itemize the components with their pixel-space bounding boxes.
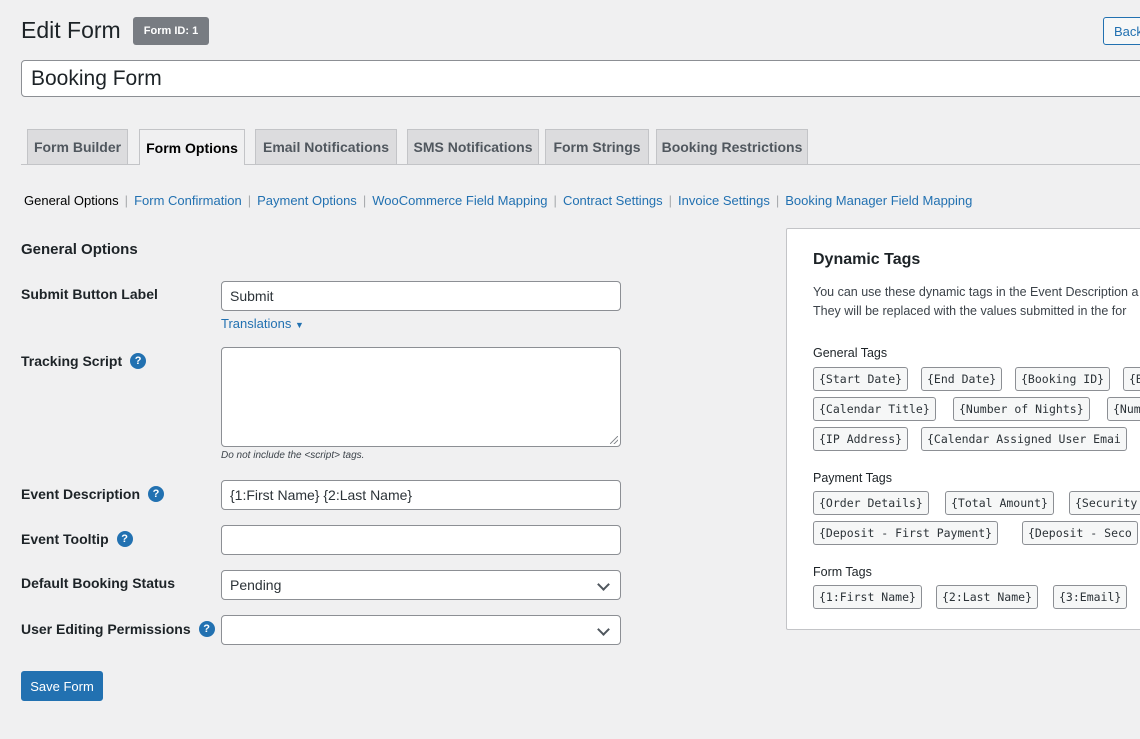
- help-icon[interactable]: ?: [130, 353, 147, 369]
- label-text: Submit Button Label: [21, 286, 158, 302]
- subnav-separator: |: [775, 193, 780, 208]
- dynamic-tag[interactable]: {3:Email}: [1053, 585, 1128, 609]
- subnav-form-confirmation[interactable]: Form Confirmation: [134, 193, 242, 208]
- event-description-label: Event Description?: [21, 486, 165, 502]
- dynamic-tag[interactable]: {IP Address}: [813, 427, 909, 451]
- submit-button-label-label: Submit Button Label: [21, 286, 158, 302]
- tab-email-notifications[interactable]: Email Notifications: [255, 129, 397, 164]
- dynamic-tags-description: They will be replaced with the values su…: [813, 304, 1127, 318]
- subnav-separator: |: [247, 193, 252, 208]
- tracking-script-hint: Do not include the <script> tags.: [221, 450, 365, 461]
- help-icon[interactable]: ?: [148, 486, 165, 502]
- dynamic-tag[interactable]: {Num: [1107, 397, 1140, 421]
- tab-form-strings[interactable]: Form Strings: [545, 129, 649, 164]
- subnav-contract-settings[interactable]: Contract Settings: [563, 193, 663, 208]
- options-subnav: General Options | Form Confirmation | Paymen…: [24, 193, 972, 208]
- dynamic-tag[interactable]: {End Date}: [921, 367, 1003, 391]
- tab-form-options[interactable]: Form Options: [139, 129, 245, 165]
- user-editing-permissions-label: User Editing Permissions?: [21, 621, 215, 637]
- dynamic-tags-title: Dynamic Tags: [813, 251, 921, 268]
- form-tags-label: Form Tags: [813, 565, 872, 579]
- general-tags-label: General Tags: [813, 346, 888, 360]
- label-text: Default Booking Status: [21, 575, 176, 591]
- subnav-separator: |: [124, 193, 129, 208]
- subnav-general-options[interactable]: General Options: [24, 193, 119, 208]
- form-tabs: Form Builder Form Options Email Notifica…: [21, 129, 1140, 165]
- event-tooltip-input[interactable]: [221, 525, 621, 555]
- label-text: User Editing Permissions: [21, 621, 191, 637]
- tracking-script-textarea[interactable]: [221, 347, 621, 447]
- submit-button-label-input[interactable]: Submit: [221, 281, 621, 311]
- help-icon[interactable]: ?: [198, 621, 215, 637]
- chevron-down-icon: [597, 578, 610, 591]
- dynamic-tag[interactable]: {Order Details}: [813, 491, 929, 515]
- subnav-woocommerce-field-mapping[interactable]: WooCommerce Field Mapping: [372, 193, 547, 208]
- dynamic-tag[interactable]: {Start Date}: [813, 367, 909, 391]
- subnav-separator: |: [553, 193, 557, 208]
- dynamic-tags-panel: Dynamic Tags You can use these dynamic t…: [786, 228, 1140, 630]
- tab-booking-restrictions[interactable]: Booking Restrictions: [656, 129, 808, 164]
- dynamic-tag[interactable]: {Calendar Title}: [813, 397, 936, 421]
- default-booking-status-label: Default Booking Status: [21, 575, 175, 591]
- label-text: Event Tooltip: [21, 531, 109, 547]
- chevron-down-icon: [597, 623, 610, 636]
- help-icon[interactable]: ?: [116, 531, 133, 547]
- dynamic-tag[interactable]: {Deposit - First Payment}: [813, 521, 999, 545]
- select-value: Pending: [230, 577, 282, 593]
- dynamic-tag[interactable]: {Total Amount}: [945, 491, 1054, 515]
- back-button[interactable]: Back: [1103, 17, 1140, 45]
- save-form-button[interactable]: Save Form: [21, 671, 103, 701]
- event-tooltip-label: Event Tooltip?: [21, 531, 133, 547]
- resize-handle[interactable]: [610, 436, 618, 444]
- default-booking-status-select[interactable]: Pending: [221, 570, 621, 600]
- dynamic-tag[interactable]: {2:Last Name}: [936, 585, 1039, 609]
- subnav-separator: |: [362, 193, 367, 208]
- dynamic-tag[interactable]: {1:First Name}: [813, 585, 922, 609]
- tab-form-builder[interactable]: Form Builder: [27, 129, 128, 164]
- tab-sms-notifications[interactable]: SMS Notifications: [407, 129, 539, 164]
- label-text: Tracking Script: [21, 353, 123, 369]
- label-text: Event Description: [21, 486, 141, 502]
- dynamic-tag[interactable]: {Calendar Assigned User Emai: [921, 427, 1127, 451]
- page-title: Edit Form: [21, 17, 121, 43]
- dynamic-tag[interactable]: {Security: [1069, 491, 1140, 515]
- translations-label: Translations: [221, 316, 292, 331]
- dynamic-tag[interactable]: {Deposit - Seco: [1022, 521, 1138, 545]
- dynamic-tags-description: You can use these dynamic tags in the Ev…: [813, 285, 1139, 299]
- caret-down-icon: ▼: [294, 320, 304, 330]
- subnav-payment-options[interactable]: Payment Options: [257, 193, 357, 208]
- form-title-input[interactable]: Booking Form: [21, 60, 1140, 97]
- dynamic-tag[interactable]: {B: [1123, 367, 1140, 391]
- subnav-booking-manager-field-mapping[interactable]: Booking Manager Field Mapping: [785, 193, 972, 208]
- payment-tags-label: Payment Tags: [813, 471, 892, 485]
- section-title: General Options: [21, 241, 138, 258]
- user-editing-permissions-select[interactable]: [221, 615, 621, 645]
- tracking-script-label: Tracking Script?: [21, 353, 147, 369]
- dynamic-tag[interactable]: {Booking ID}: [1015, 367, 1111, 391]
- form-id-badge: Form ID: 1: [133, 17, 209, 45]
- subnav-separator: |: [668, 193, 673, 208]
- event-description-input[interactable]: {1:First Name} {2:Last Name}: [221, 480, 621, 510]
- subnav-invoice-settings[interactable]: Invoice Settings: [678, 193, 770, 208]
- translations-link[interactable]: Translations ▼: [221, 316, 304, 331]
- dynamic-tag[interactable]: {Number of Nights}: [953, 397, 1090, 421]
